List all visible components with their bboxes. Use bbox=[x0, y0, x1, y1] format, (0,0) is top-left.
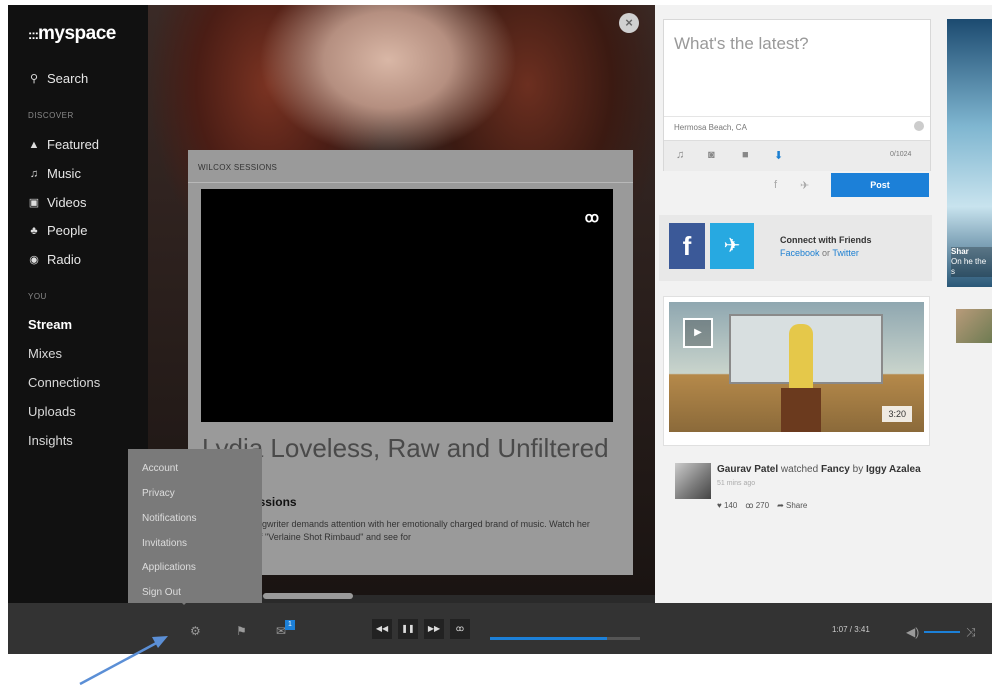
annotation-arrow bbox=[79, 636, 168, 686]
